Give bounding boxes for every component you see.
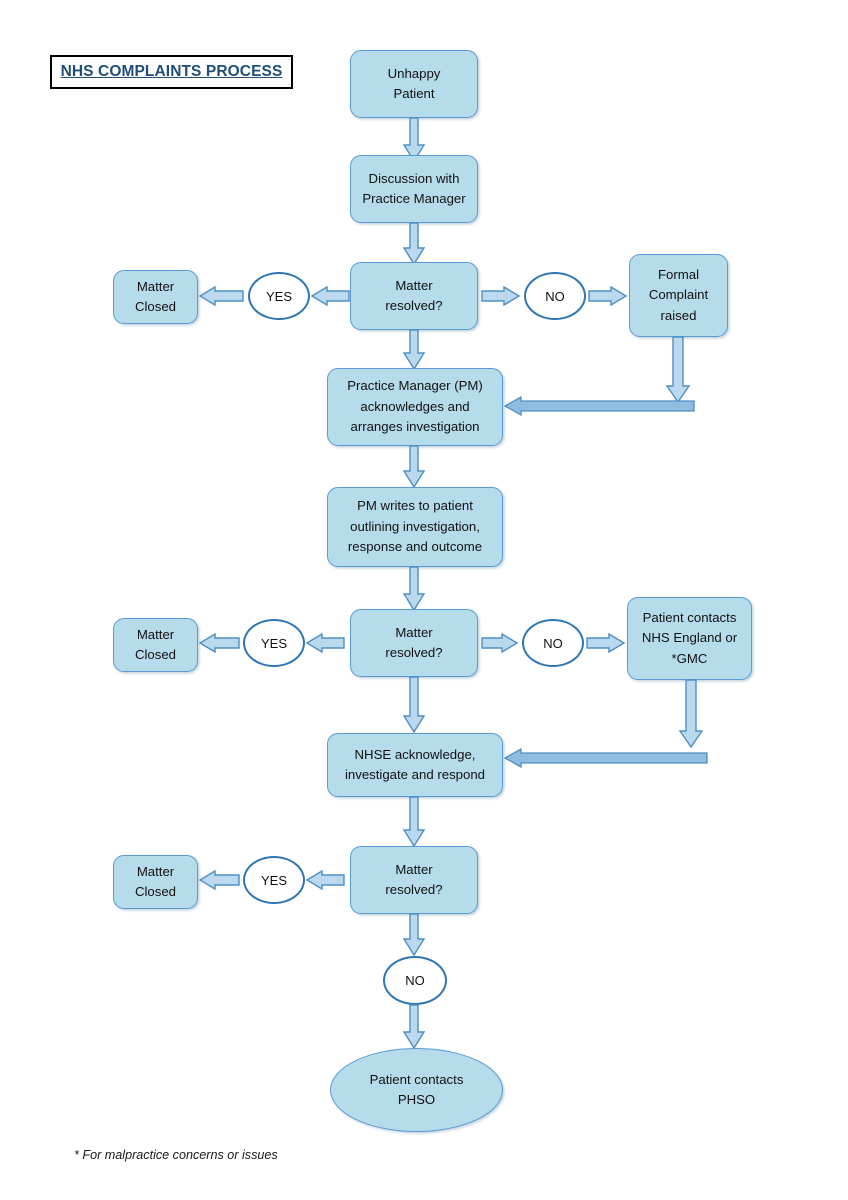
node-line: PHSO — [397, 1092, 436, 1107]
node-line: Practice Manager (PM) — [347, 378, 483, 394]
arrow-down-resolved-3-to-no-3 — [402, 913, 426, 957]
node-unhappy-patient: Unhappy Patient — [350, 50, 478, 118]
node-line: Closed — [134, 647, 177, 662]
node-line: Matter — [136, 626, 175, 642]
node-formal-complaint-raised: Formal Complaint raised — [629, 254, 728, 337]
node-line: NHS England or — [641, 630, 738, 646]
arrow-left-resolved-3-to-yes-3 — [305, 869, 345, 891]
node-line: Formal — [657, 266, 700, 282]
arrow-down-pm-writes-to-resolved-2 — [402, 566, 426, 612]
node-pm-writes-to-patient: PM writes to patient outlining investiga… — [327, 487, 503, 567]
decision-no-2: NO — [522, 619, 584, 667]
node-line: investigate and respond — [344, 767, 486, 782]
decision-label: NO — [405, 973, 425, 988]
arrow-left-yes-2-to-closed-2 — [198, 632, 240, 654]
node-pm-acknowledges-arranges-investigation: Practice Manager (PM) acknowledges and a… — [327, 368, 503, 446]
diagram-title-box: NHS COMPLAINTS PROCESS — [50, 55, 293, 89]
node-line: outlining investigation, — [350, 518, 480, 534]
decision-label: YES — [260, 872, 287, 888]
arrow-left-return-to-pm-acknowledges — [503, 395, 695, 417]
node-line: Patient — [393, 86, 435, 101]
node-patient-contacts-phso: Patient contacts PHSO — [330, 1048, 503, 1132]
node-line: Matter — [395, 861, 433, 877]
decision-label: NO — [543, 635, 563, 651]
node-line: response and outcome — [347, 539, 483, 555]
decision-no-3: NO — [383, 956, 447, 1005]
node-line: resolved? — [385, 298, 443, 313]
node-line: Matter — [136, 278, 175, 294]
arrow-left-resolved-1-to-yes-1 — [310, 285, 350, 307]
decision-label: NO — [545, 288, 565, 304]
arrow-down-resolved-2-to-nhse-acknowledge — [402, 676, 426, 734]
node-line: resolved? — [385, 645, 443, 660]
node-line: Unhappy — [387, 65, 441, 81]
node-line: Patient contacts — [642, 609, 737, 625]
arrow-down-patient-nhse-gmc — [678, 679, 704, 749]
node-line: PM writes to patient — [357, 498, 473, 514]
arrow-down-discussion-to-resolved-1 — [402, 222, 426, 266]
node-nhse-acknowledge-investigate-respond: NHSE acknowledge, investigate and respon… — [327, 733, 503, 797]
node-matter-closed-2: Matter Closed — [113, 618, 198, 672]
decision-label: YES — [265, 288, 292, 304]
decision-yes-2: YES — [243, 619, 305, 667]
node-matter-resolved-1: Matter resolved? — [350, 262, 478, 330]
node-patient-contacts-nhs-england-gmc: Patient contacts NHS England or *GMC — [627, 597, 752, 680]
decision-yes-1: YES — [248, 272, 310, 320]
node-matter-resolved-3: Matter resolved? — [350, 846, 478, 914]
arrow-down-resolved-1-to-pm-acknowledges — [402, 329, 426, 371]
node-line: Practice Manager — [362, 191, 466, 206]
node-matter-closed-1: Matter Closed — [113, 270, 198, 324]
node-line: Closed — [134, 299, 177, 314]
arrow-left-yes-1-to-closed-1 — [198, 285, 244, 307]
arrow-down-no-3-to-patient-phso — [402, 1004, 426, 1050]
page-title: NHS COMPLAINTS PROCESS — [60, 63, 283, 80]
arrow-down-pm-acknowledges-to-pm-writes — [402, 445, 426, 489]
arrow-right-resolved-1-to-no-1 — [481, 285, 521, 307]
footnote-malpractice: * For malpractice concerns or issues — [74, 1148, 278, 1162]
node-line: Matter — [395, 624, 433, 640]
node-line: *GMC — [671, 650, 708, 666]
arrow-down-formal-complaint — [665, 336, 691, 404]
node-matter-resolved-2: Matter resolved? — [350, 609, 478, 677]
node-line: Matter — [136, 863, 175, 879]
arrow-left-return-to-nhse-acknowledge — [503, 747, 708, 769]
node-line: Discussion with — [368, 170, 460, 186]
node-discussion-with-practice-manager: Discussion with Practice Manager — [350, 155, 478, 223]
arrow-left-yes-3-to-closed-3 — [198, 869, 240, 891]
arrow-right-no-2-to-patient-nhse-gmc — [586, 632, 626, 654]
arrow-right-resolved-2-to-no-2 — [481, 632, 519, 654]
node-line: Matter — [395, 277, 433, 293]
arrow-right-no-1-to-formal-complaint — [588, 285, 628, 307]
decision-label: YES — [260, 635, 287, 651]
node-matter-closed-3: Matter Closed — [113, 855, 198, 909]
node-line: raised — [660, 307, 697, 323]
node-line: Closed — [134, 884, 177, 899]
decision-yes-3: YES — [243, 856, 305, 904]
decision-no-1: NO — [524, 272, 586, 320]
node-line: Complaint — [648, 287, 709, 303]
node-line: NHSE acknowledge, — [354, 746, 476, 762]
node-line: arranges investigation — [350, 419, 480, 435]
arrow-down-nhse-acknowledge-to-resolved-3 — [402, 796, 426, 848]
node-line: resolved? — [385, 882, 443, 897]
node-line: acknowledges and — [360, 398, 470, 414]
arrow-left-resolved-2-to-yes-2 — [305, 632, 345, 654]
flowchart-page: NHS COMPLAINTS PROCESS Unhappy Patient D… — [0, 0, 848, 1200]
node-line: Patient contacts — [369, 1071, 464, 1087]
